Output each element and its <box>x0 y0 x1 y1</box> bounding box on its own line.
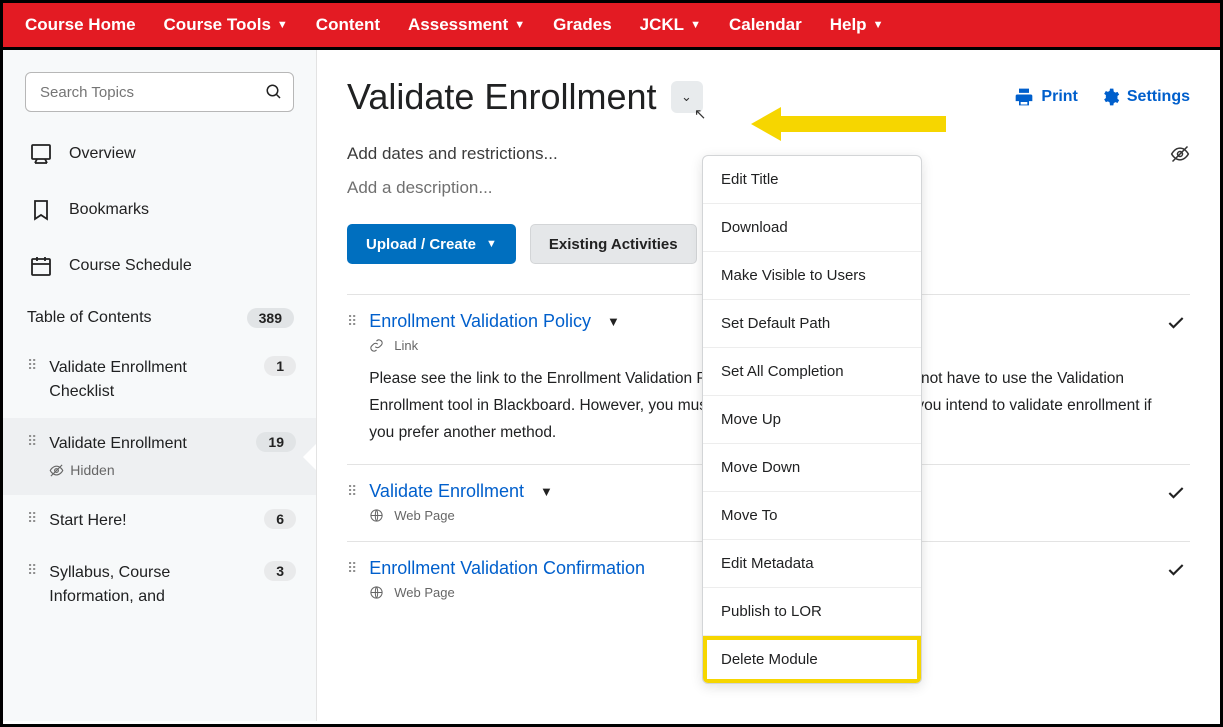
page-title: Validate Enrollment <box>347 76 657 118</box>
toc-start-here[interactable]: ⠿ Start Here! 6 <box>3 495 316 547</box>
overview-icon <box>29 142 53 166</box>
toc-validate-enrollment[interactable]: ⠿ Validate Enrollment Hidden 19 <box>3 418 316 495</box>
menu-make-visible[interactable]: Make Visible to Users <box>703 252 921 300</box>
chevron-down-icon: ⌄ <box>681 89 692 105</box>
nav-calendar[interactable]: Calendar <box>729 15 802 35</box>
drag-handle-icon[interactable]: ⠿ <box>347 311 357 446</box>
top-nav: Course Home Course Tools▼ Content Assess… <box>3 3 1220 50</box>
toc-item-count: 1 <box>264 356 296 376</box>
nav-course-tools[interactable]: Course Tools▼ <box>164 15 288 35</box>
content-item-title[interactable]: Enrollment Validation Policy <box>369 311 591 332</box>
drag-handle-icon[interactable]: ⠿ <box>27 509 37 525</box>
chevron-down-icon[interactable]: ▼ <box>607 314 620 329</box>
toc-count-badge: 389 <box>247 308 294 328</box>
nav-grades[interactable]: Grades <box>553 15 612 35</box>
hidden-indicator: Hidden <box>49 460 244 481</box>
toc-item-count: 3 <box>264 561 296 581</box>
menu-edit-title[interactable]: Edit Title <box>703 156 921 204</box>
chevron-down-icon: ▼ <box>690 20 701 31</box>
sidebar-overview[interactable]: Overview <box>3 126 316 182</box>
calendar-icon <box>29 254 53 278</box>
menu-delete-module[interactable]: Delete Module <box>703 636 921 683</box>
print-icon <box>1014 87 1034 107</box>
eye-off-icon <box>49 463 64 478</box>
nav-jckl[interactable]: JCKL▼ <box>640 15 701 35</box>
check-icon[interactable] <box>1166 483 1186 503</box>
nav-course-home[interactable]: Course Home <box>25 15 136 35</box>
check-icon[interactable] <box>1166 560 1186 580</box>
module-actions-menu: Edit Title Download Make Visible to User… <box>702 155 922 684</box>
gear-icon <box>1100 87 1120 107</box>
toc-item-count: 19 <box>256 432 296 452</box>
nav-content[interactable]: Content <box>316 15 380 35</box>
arrow-annotation <box>751 99 951 149</box>
print-button[interactable]: Print <box>1014 87 1077 107</box>
sidebar: Overview Bookmarks Course Schedule Table… <box>3 50 317 721</box>
cursor-icon: ↖ <box>694 105 707 123</box>
drag-handle-icon[interactable]: ⠿ <box>347 481 357 523</box>
menu-download[interactable]: Download <box>703 204 921 252</box>
menu-publish-lor[interactable]: Publish to LOR <box>703 588 921 636</box>
search-input[interactable] <box>40 84 265 101</box>
drag-handle-icon[interactable]: ⠿ <box>27 356 37 372</box>
drag-handle-icon[interactable]: ⠿ <box>27 561 37 577</box>
content-item-title[interactable]: Validate Enrollment <box>369 481 524 502</box>
eye-off-icon[interactable] <box>1170 144 1190 164</box>
link-icon <box>369 338 384 353</box>
chevron-down-icon: ▼ <box>873 20 884 31</box>
nav-help[interactable]: Help▼ <box>830 15 884 35</box>
existing-activities-button[interactable]: Existing Activities <box>530 224 697 264</box>
chevron-down-icon: ▼ <box>486 239 497 250</box>
web-icon <box>369 508 384 523</box>
drag-handle-icon[interactable]: ⠿ <box>27 432 37 448</box>
menu-edit-metadata[interactable]: Edit Metadata <box>703 540 921 588</box>
menu-set-default-path[interactable]: Set Default Path <box>703 300 921 348</box>
chevron-down-icon: ▼ <box>514 20 525 31</box>
toc-header[interactable]: Table of Contents 389 <box>3 294 316 342</box>
add-dates-link[interactable]: Add dates and restrictions... <box>347 144 558 164</box>
nav-assessment[interactable]: Assessment▼ <box>408 15 525 35</box>
content-item-title[interactable]: Enrollment Validation Confirmation <box>369 558 645 579</box>
sidebar-bookmarks[interactable]: Bookmarks <box>3 182 316 238</box>
menu-set-all-completion[interactable]: Set All Completion <box>703 348 921 396</box>
menu-move-down[interactable]: Move Down <box>703 444 921 492</box>
module-actions-button[interactable]: ⌄ ↖ <box>671 81 703 113</box>
chevron-down-icon: ▼ <box>277 20 288 31</box>
chevron-down-icon[interactable]: ▼ <box>540 484 553 499</box>
toc-validate-enrollment-checklist[interactable]: ⠿ Validate Enrollment Checklist 1 <box>3 342 316 418</box>
sidebar-schedule[interactable]: Course Schedule <box>3 238 316 294</box>
search-icon <box>265 83 283 101</box>
drag-handle-icon[interactable]: ⠿ <box>347 558 357 600</box>
toc-item-count: 6 <box>264 509 296 529</box>
menu-move-to[interactable]: Move To <box>703 492 921 540</box>
settings-button[interactable]: Settings <box>1100 87 1190 107</box>
web-icon <box>369 585 384 600</box>
upload-create-button[interactable]: Upload / Create ▼ <box>347 224 516 264</box>
check-icon[interactable] <box>1166 313 1186 333</box>
bookmark-icon <box>29 198 53 222</box>
search-input-wrap[interactable] <box>25 72 294 112</box>
toc-syllabus[interactable]: ⠿ Syllabus, Course Information, and 3 <box>3 547 316 623</box>
menu-move-up[interactable]: Move Up <box>703 396 921 444</box>
